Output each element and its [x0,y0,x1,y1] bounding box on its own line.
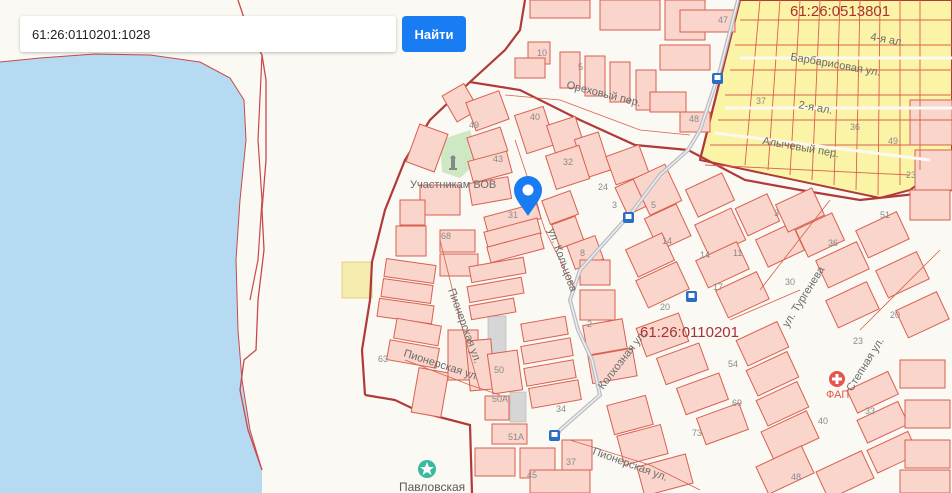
svg-text:51: 51 [880,210,890,220]
svg-text:11: 11 [733,248,742,258]
svg-text:40: 40 [530,112,540,122]
reservoir [0,54,262,493]
medical-cross-icon[interactable] [829,371,845,387]
bus-stop-icon[interactable] [623,212,634,223]
search-input[interactable] [20,16,396,52]
poi-label[interactable]: ФАП [826,389,849,401]
svg-text:3: 3 [612,200,617,210]
svg-text:49: 49 [888,136,898,146]
svg-text:14: 14 [700,250,710,260]
search-box [20,16,396,52]
svg-text:17: 17 [713,282,723,292]
svg-text:37: 37 [756,96,766,106]
svg-text:50: 50 [494,365,504,375]
svg-text:47: 47 [718,15,728,25]
svg-text:73: 73 [692,428,702,438]
poi-label[interactable]: Участникам ВОВ [410,179,496,191]
svg-text:33: 33 [865,406,875,416]
gray-building-2 [509,391,527,423]
svg-text:31: 31 [508,210,518,220]
svg-text:63: 63 [378,354,388,364]
bus-stop-icon[interactable] [712,73,723,84]
svg-text:5: 5 [578,62,583,72]
bus-stop-icon[interactable] [549,430,560,441]
svg-text:36: 36 [850,122,860,132]
svg-text:54: 54 [728,359,738,369]
svg-text:10: 10 [537,48,547,58]
svg-text:48: 48 [791,472,801,482]
svg-text:40: 40 [818,416,828,426]
svg-text:45: 45 [527,470,537,480]
svg-text:34: 34 [556,404,566,414]
svg-text:43: 43 [493,154,503,164]
search-button[interactable]: Найти [402,16,466,52]
cadastral-map[interactable]: 61:26:0513801 61:26:0110201 Ореховый пер… [0,0,952,493]
svg-text:37: 37 [566,457,576,467]
sand-lot [341,261,373,299]
svg-text:51А: 51А [508,432,524,442]
cadastral-block-label: 61:26:0513801 [790,3,890,20]
svg-text:30: 30 [785,277,795,287]
svg-text:20: 20 [660,302,670,312]
svg-text:24: 24 [598,182,608,192]
svg-text:8: 8 [580,248,585,258]
svg-text:3: 3 [774,208,779,218]
star-icon[interactable] [418,460,436,478]
svg-text:36: 36 [828,238,838,248]
svg-text:5: 5 [651,200,656,210]
svg-text:49: 49 [469,120,479,130]
svg-text:69: 69 [732,398,742,408]
svg-text:32: 32 [563,157,573,167]
selected-quarter[interactable] [698,0,952,200]
svg-text:48: 48 [689,114,699,124]
cadastral-block-label: 61:26:0110201 [640,324,739,341]
svg-text:23: 23 [853,336,863,346]
bus-stop-icon[interactable] [686,291,697,302]
svg-text:14: 14 [662,236,672,246]
svg-text:2: 2 [587,319,592,329]
svg-text:23: 23 [906,170,916,180]
svg-text:68: 68 [441,231,451,241]
poi-label[interactable]: Павловская [399,480,465,493]
svg-text:20: 20 [890,310,900,320]
svg-text:50А: 50А [492,394,508,404]
